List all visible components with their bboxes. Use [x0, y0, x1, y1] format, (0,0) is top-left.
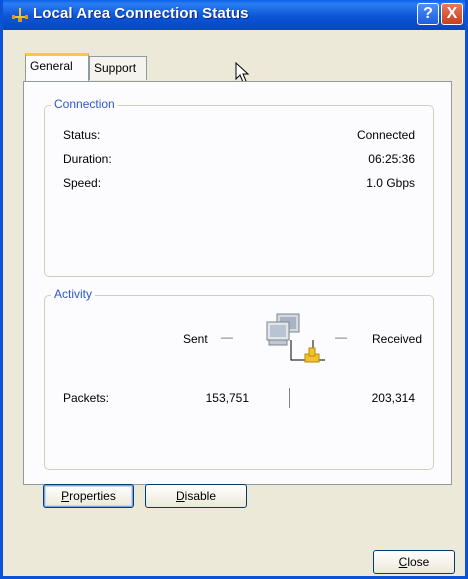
packets-received-value: 203,314 — [371, 391, 415, 405]
general-tab-panel: Connection Status: Connected Duration: 0… — [23, 81, 452, 485]
activity-group-label: Activity — [51, 287, 96, 301]
duration-value: 06:25:36 — [368, 152, 415, 166]
tab-support[interactable]: Support — [89, 56, 147, 80]
window-title: Local Area Connection Status — [33, 5, 249, 22]
speed-label: Speed: — [63, 176, 102, 190]
tab-general[interactable]: General — [25, 53, 89, 81]
received-label: Received — [372, 332, 423, 346]
help-button[interactable]: ? — [417, 3, 439, 25]
duration-label: Duration: — [63, 152, 112, 166]
properties-button[interactable]: Properties — [43, 484, 134, 508]
status-label: Status: — [63, 128, 101, 142]
packets-divider — [289, 388, 290, 408]
properties-mnemonic: P — [61, 489, 70, 503]
disable-button-label: isable — [184, 489, 217, 503]
received-dash: — — [335, 330, 347, 344]
activity-group: Activity Sent — — Received Packets: 153,… — [44, 287, 434, 470]
title-bar[interactable]: Local Area Connection Status ? X — [3, 0, 465, 30]
close-window-button[interactable]: X — [441, 3, 463, 25]
connection-group-label: Connection — [51, 97, 118, 111]
properties-button-label: roperties — [69, 489, 116, 503]
disable-button[interactable]: Disable — [145, 484, 247, 508]
network-icon — [12, 8, 28, 22]
close-button[interactable]: Close — [373, 550, 455, 574]
sent-label: Sent — [183, 332, 208, 346]
speed-value: 1.0 Gbps — [366, 176, 415, 190]
disable-mnemonic: D — [175, 489, 185, 503]
sent-dash: — — [221, 330, 233, 344]
status-window: Local Area Connection Status ? X General… — [0, 0, 468, 579]
connection-group: Connection Status: Connected Duration: 0… — [44, 97, 434, 277]
packets-label: Packets: — [63, 391, 110, 405]
status-value: Connected — [356, 128, 415, 142]
close-button-label: lose — [407, 555, 430, 569]
network-activity-icon — [266, 313, 325, 363]
packets-sent-value: 153,751 — [205, 391, 249, 405]
